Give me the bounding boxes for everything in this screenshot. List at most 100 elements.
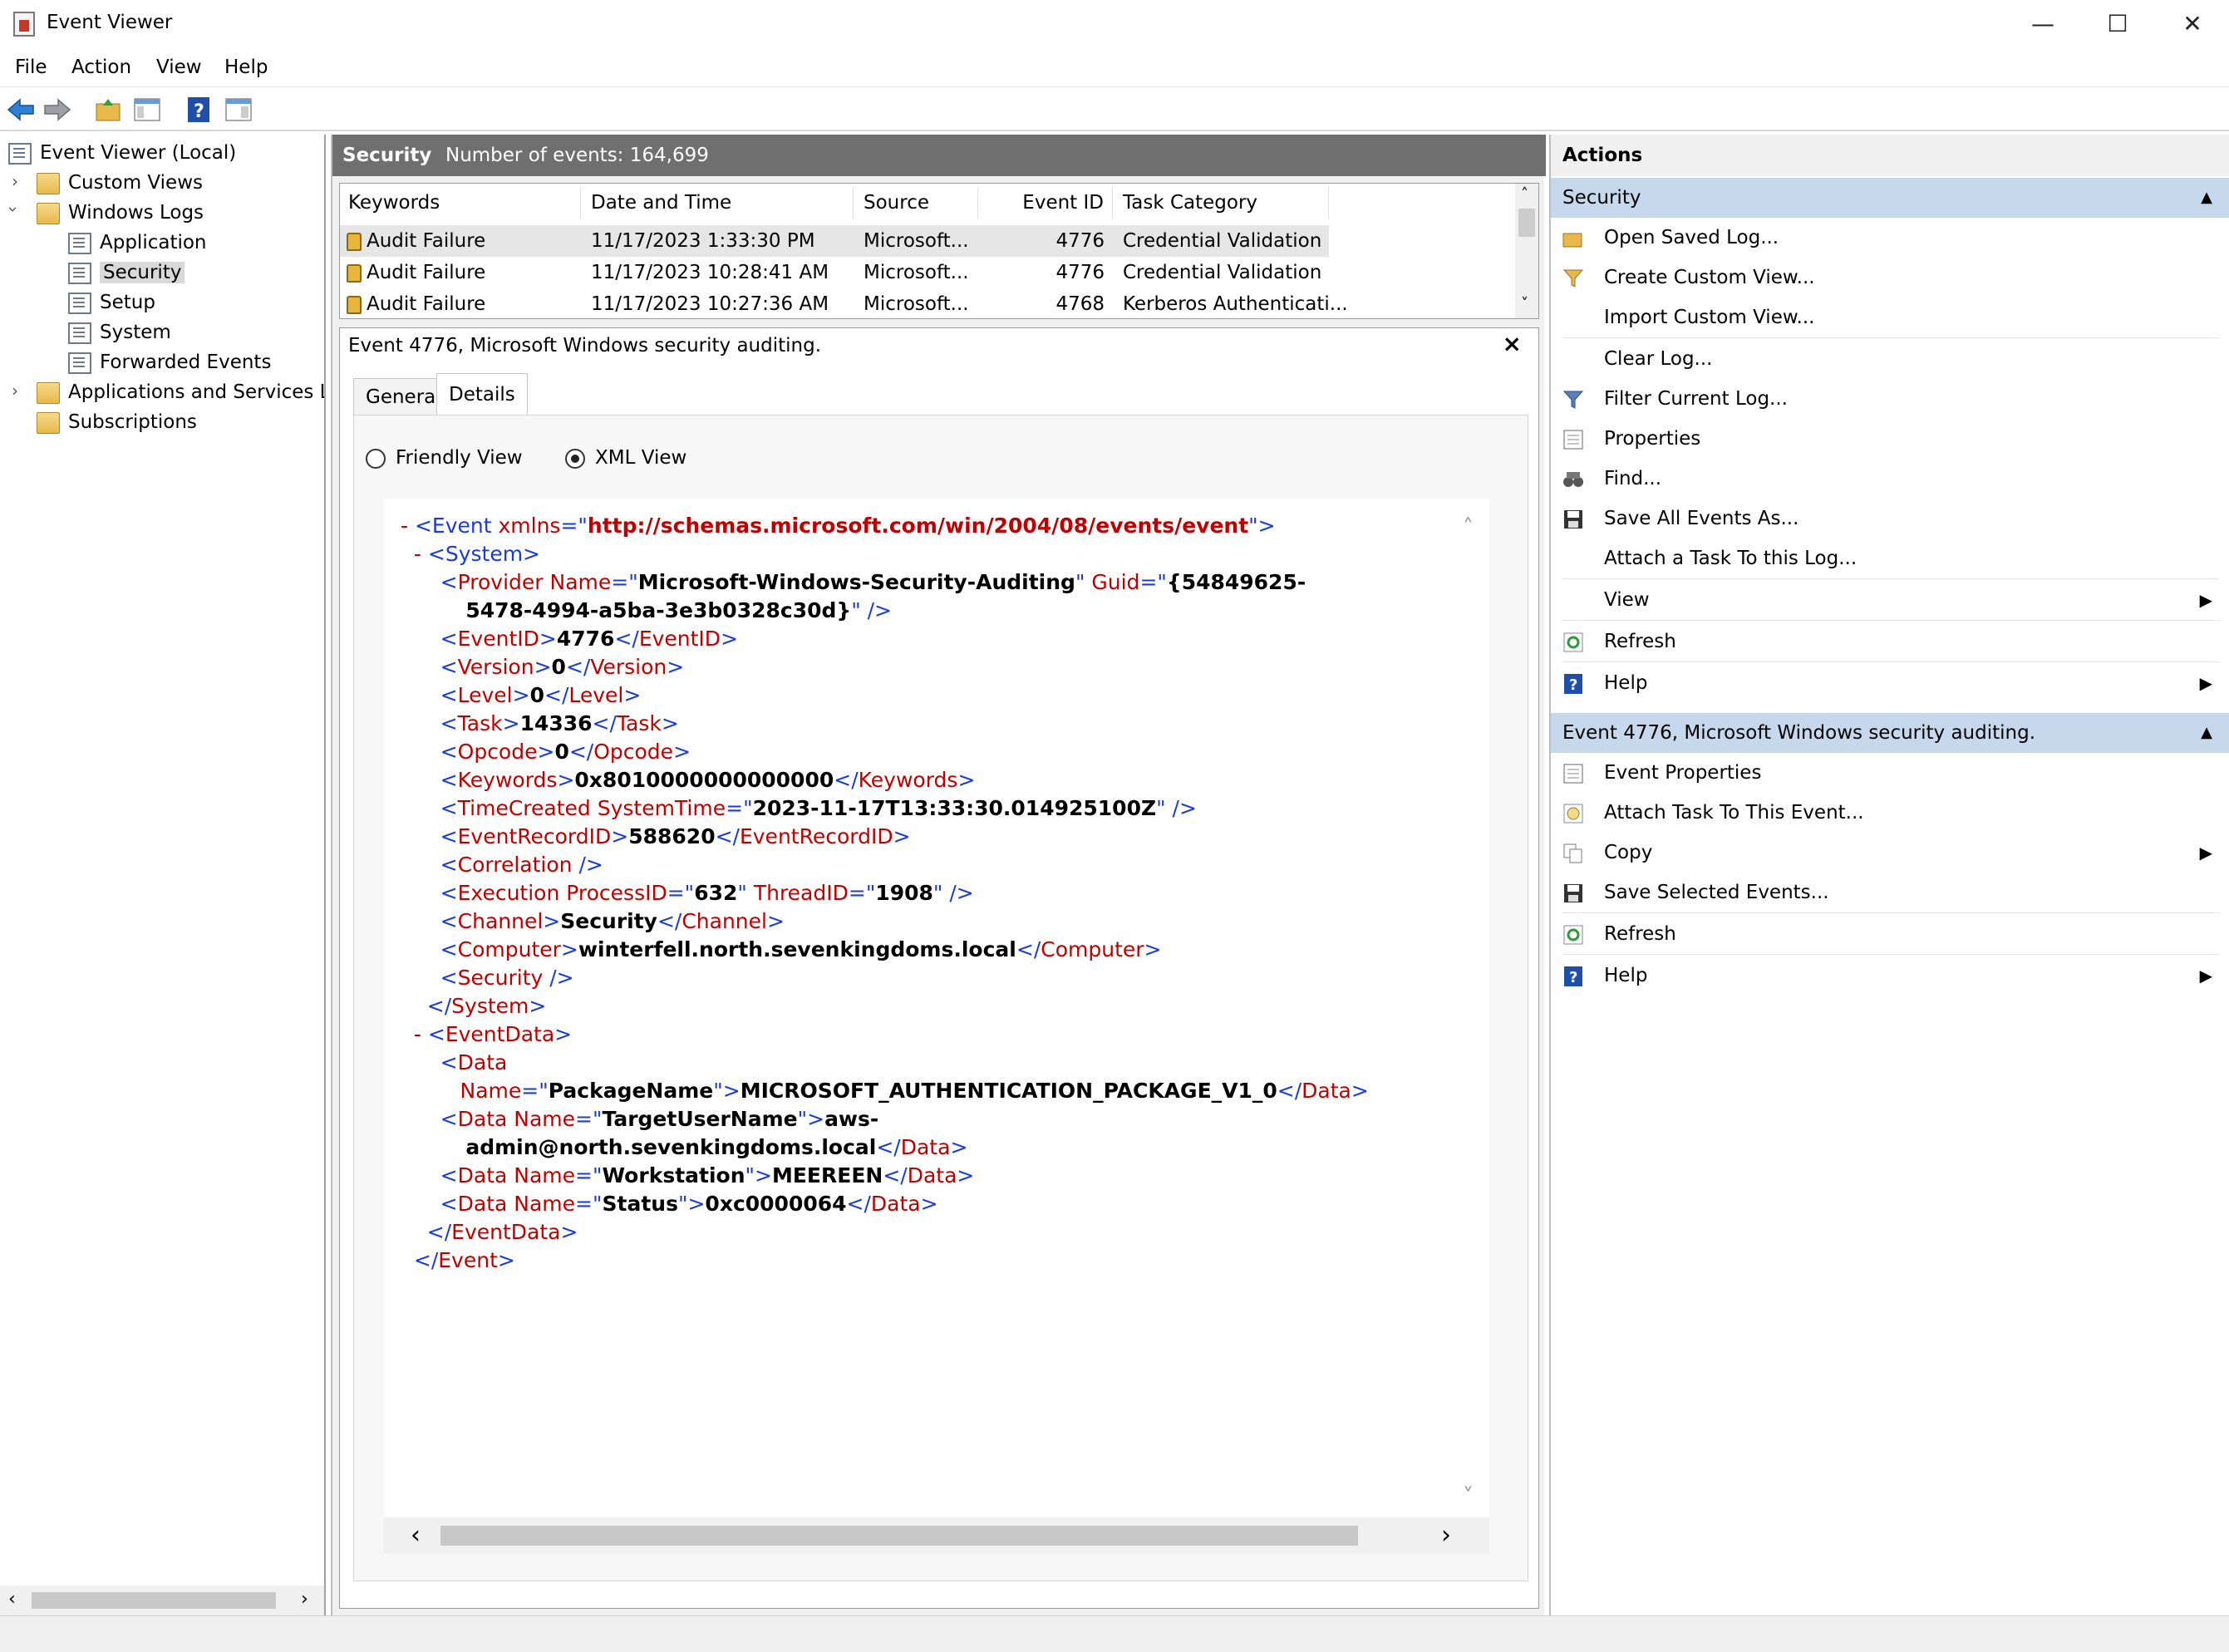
action-refresh-event[interactable]: Refresh bbox=[1551, 914, 2229, 954]
submenu-arrow-icon: ▶ bbox=[2199, 673, 2212, 693]
actions-section-security[interactable]: Security ▲ bbox=[1551, 178, 2229, 218]
table-row[interactable]: Audit Failure 11/17/2023 10:27:36 AM Mic… bbox=[340, 288, 1348, 320]
list-vertical-scrollbar[interactable]: ˄ ˅ bbox=[1515, 184, 1538, 318]
scroll-right-icon[interactable]: › bbox=[301, 1589, 308, 1610]
friendly-view-radio[interactable]: Friendly View bbox=[366, 445, 523, 470]
submenu-arrow-icon: ▶ bbox=[2199, 843, 2212, 863]
event-detail-pane: Event 4776, Microsoft Windows security a… bbox=[339, 327, 1539, 1609]
action-refresh[interactable]: Refresh bbox=[1551, 622, 2229, 661]
column-date-time[interactable]: Date and Time bbox=[583, 187, 854, 219]
action-save-all-events[interactable]: Save All Events As... bbox=[1551, 499, 2229, 538]
tree-subscriptions[interactable]: Subscriptions bbox=[37, 407, 197, 437]
scrollbar-thumb[interactable] bbox=[1518, 209, 1535, 237]
action-open-saved-log[interactable]: Open Saved Log... bbox=[1551, 218, 2229, 258]
menu-action[interactable]: Action bbox=[71, 57, 131, 78]
table-row[interactable]: Audit Failure 11/17/2023 10:28:41 AM Mic… bbox=[340, 257, 1329, 288]
submenu-arrow-icon: ▶ bbox=[2199, 590, 2212, 610]
xml-content: - <Event xmlns="http://schemas.microsoft… bbox=[401, 514, 1369, 1272]
row-date-time: 11/17/2023 1:33:30 PM bbox=[591, 230, 815, 252]
action-help-event[interactable]: ? Help ▶ bbox=[1551, 956, 2229, 996]
scroll-left-icon[interactable]: ‹ bbox=[8, 1589, 16, 1610]
action-event-properties[interactable]: Event Properties bbox=[1551, 753, 2229, 793]
xml-horizontal-scrollbar[interactable]: ‹ › bbox=[384, 1517, 1489, 1554]
scroll-up-icon[interactable]: ˄ bbox=[1463, 515, 1474, 540]
tree-application[interactable]: Application bbox=[68, 228, 207, 258]
action-attach-task-event[interactable]: Attach Task To This Event... bbox=[1551, 793, 2229, 833]
folder-icon bbox=[37, 172, 60, 194]
up-folder-icon[interactable] bbox=[95, 96, 123, 124]
action-pane-icon[interactable] bbox=[224, 96, 253, 124]
action-filter-current-log[interactable]: Filter Current Log... bbox=[1551, 379, 2229, 419]
action-view[interactable]: View ▶ bbox=[1551, 580, 2229, 620]
menu-view[interactable]: View bbox=[156, 57, 202, 78]
folder-icon bbox=[37, 411, 60, 434]
tree-subscriptions-label: Subscriptions bbox=[68, 411, 197, 433]
close-icon[interactable]: × bbox=[1503, 330, 1522, 357]
action-copy[interactable]: Copy ▶ bbox=[1551, 833, 2229, 873]
scrollbar-thumb[interactable] bbox=[440, 1526, 1358, 1546]
scroll-down-icon[interactable]: ˅ bbox=[1521, 295, 1528, 312]
action-find[interactable]: Find... bbox=[1551, 459, 2229, 499]
row-date-time: 11/17/2023 10:27:36 AM bbox=[591, 293, 829, 315]
row-keywords: Audit Failure bbox=[367, 293, 486, 315]
chevron-right-icon[interactable]: › bbox=[12, 381, 18, 401]
submenu-arrow-icon: ▶ bbox=[2199, 966, 2212, 986]
actions-section-event[interactable]: Event 4776, Microsoft Windows security a… bbox=[1551, 713, 2229, 753]
tree-setup[interactable]: Setup bbox=[68, 288, 155, 317]
tree-security[interactable]: Security bbox=[68, 258, 185, 288]
chevron-down-icon[interactable]: › bbox=[3, 206, 23, 213]
maximize-button[interactable]: ☐ bbox=[2079, 0, 2156, 50]
radio-off-icon bbox=[366, 448, 386, 469]
scroll-right-icon[interactable]: › bbox=[1441, 1521, 1451, 1550]
tree-windows-logs[interactable]: Windows Logs bbox=[37, 198, 204, 228]
action-properties[interactable]: Properties bbox=[1551, 419, 2229, 459]
menu-file[interactable]: File bbox=[15, 57, 47, 78]
column-keywords[interactable]: Keywords bbox=[340, 187, 581, 219]
column-source[interactable]: Source bbox=[855, 187, 978, 219]
tree-custom-views[interactable]: Custom Views bbox=[37, 168, 203, 198]
scroll-left-icon[interactable]: ‹ bbox=[411, 1521, 421, 1550]
menu-bar: File Action View Help bbox=[0, 52, 2229, 86]
scroll-up-icon[interactable]: ˄ bbox=[1521, 185, 1528, 203]
friendly-view-label: Friendly View bbox=[396, 447, 523, 469]
row-source: Microsoft... bbox=[864, 230, 969, 252]
xml-view-radio[interactable]: XML View bbox=[565, 445, 686, 470]
forward-arrow-icon[interactable] bbox=[43, 96, 71, 124]
task-clock-icon bbox=[1563, 804, 1583, 824]
menu-help[interactable]: Help bbox=[224, 57, 268, 78]
minimize-button[interactable]: — bbox=[2005, 0, 2081, 50]
lock-icon bbox=[347, 232, 362, 251]
row-source: Microsoft... bbox=[864, 293, 969, 315]
help-icon[interactable]: ? bbox=[185, 96, 213, 124]
tree-apps-services[interactable]: Applications and Services Lo bbox=[37, 377, 324, 407]
tree-forwarded-events[interactable]: Forwarded Events bbox=[68, 347, 271, 377]
action-clear-log[interactable]: Clear Log... bbox=[1551, 339, 2229, 379]
refresh-icon bbox=[1563, 925, 1583, 945]
tree-root-label: Event Viewer (Local) bbox=[40, 142, 237, 164]
event-list: Keywords Date and Time Source Event ID T… bbox=[339, 183, 1539, 319]
show-hide-tree-icon[interactable] bbox=[133, 96, 161, 124]
action-create-custom-view[interactable]: Create Custom View... bbox=[1551, 258, 2229, 297]
log-icon bbox=[68, 262, 91, 284]
column-event-id[interactable]: Event ID bbox=[980, 187, 1113, 219]
action-save-selected-events[interactable]: Save Selected Events... bbox=[1551, 873, 2229, 912]
back-arrow-icon[interactable] bbox=[7, 96, 35, 124]
navigation-tree: Event Viewer (Local) › Custom Views › Wi… bbox=[0, 135, 326, 1615]
tree-system[interactable]: System bbox=[68, 317, 171, 347]
scrollbar-thumb[interactable] bbox=[32, 1592, 276, 1609]
tree-horizontal-scrollbar[interactable]: ‹ › bbox=[0, 1586, 324, 1615]
tab-details[interactable]: Details bbox=[436, 373, 528, 415]
table-row[interactable]: Audit Failure 11/17/2023 1:33:30 PM Micr… bbox=[340, 225, 1329, 257]
collapse-arrow-icon[interactable]: ▲ bbox=[2201, 713, 2212, 753]
separator bbox=[1562, 954, 2219, 955]
event-viewer-icon bbox=[13, 12, 35, 37]
scroll-down-icon[interactable]: ˅ bbox=[1463, 1484, 1474, 1509]
collapse-arrow-icon[interactable]: ▲ bbox=[2201, 178, 2212, 218]
action-help[interactable]: ? Help ▶ bbox=[1551, 663, 2229, 703]
chevron-right-icon[interactable]: › bbox=[12, 171, 18, 191]
close-window-button[interactable]: ✕ bbox=[2154, 0, 2229, 50]
tree-root[interactable]: Event Viewer (Local) bbox=[8, 138, 236, 168]
action-import-custom-view[interactable]: Import Custom View... bbox=[1551, 297, 2229, 337]
column-task-category[interactable]: Task Category bbox=[1114, 187, 1329, 219]
action-attach-task-log[interactable]: Attach a Task To this Log... bbox=[1551, 538, 2229, 578]
